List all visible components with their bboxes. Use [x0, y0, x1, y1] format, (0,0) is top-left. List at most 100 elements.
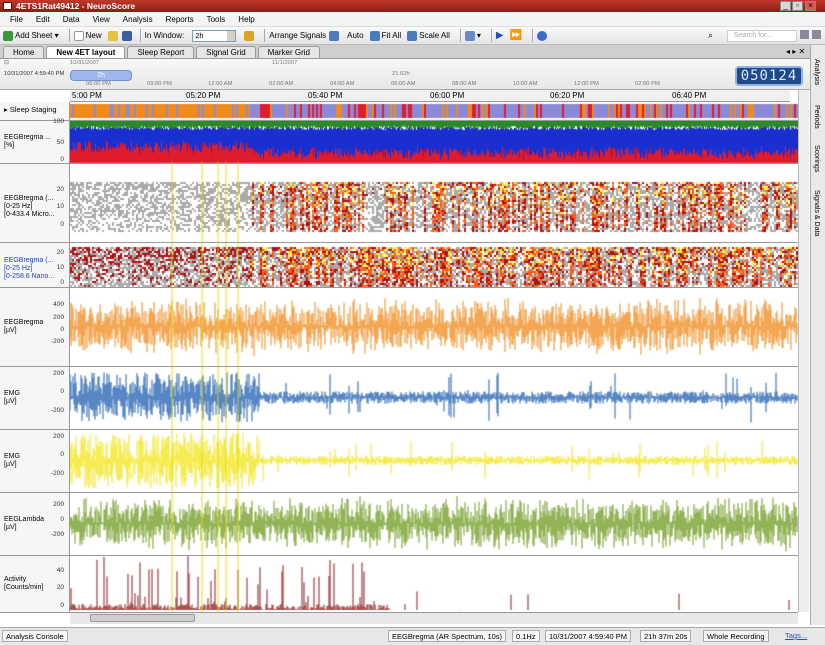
scale-all-button[interactable]: Scale All: [407, 30, 450, 41]
tab-scroll-arrows[interactable]: ◂ ▸ ✕: [786, 47, 805, 56]
fast-forward-icon[interactable]: ⏩: [510, 30, 522, 41]
channel-label: [µV]: [4, 523, 17, 531]
tab-marker-grid[interactable]: Marker Grid: [257, 46, 320, 58]
search-input[interactable]: Search for...: [727, 30, 797, 42]
y-tick-label: 10: [56, 203, 64, 210]
y-tick-label: 200: [53, 370, 64, 377]
channel-separator: [0, 429, 798, 430]
auto-button[interactable]: Auto: [347, 31, 363, 40]
lock-icon[interactable]: [244, 30, 255, 41]
app-icon: [3, 2, 12, 10]
menu-data[interactable]: Data: [63, 15, 80, 24]
signal-plot-area[interactable]: [70, 102, 798, 612]
channel-separator: [0, 366, 798, 367]
time-axis-label: 05:20 PM: [186, 91, 221, 100]
scale-all-label: Scale All: [419, 31, 450, 40]
menu-tools[interactable]: Tools: [207, 15, 226, 24]
y-tick-label: 20: [56, 186, 64, 193]
channel-separator: [0, 242, 798, 243]
analysis-console-button[interactable]: Analysis Console: [2, 630, 68, 642]
side-tab-scorings[interactable]: Scorings: [813, 145, 820, 172]
arrange-signals-button[interactable]: Arrange Signals: [269, 30, 341, 41]
y-tick-label: -200: [50, 407, 64, 414]
sleep-staging-label[interactable]: ▸ Sleep Staging: [4, 106, 57, 114]
time-axis-label: 06:20 PM: [550, 91, 585, 100]
tab-sleep-report[interactable]: Sleep Report: [127, 46, 195, 58]
channel-separator: [0, 492, 798, 493]
y-tick-label: 0: [60, 326, 64, 333]
status-frequency: 0.1Hz: [512, 630, 540, 642]
minimize-button[interactable]: _: [780, 1, 791, 11]
settings-icon[interactable]: [812, 30, 821, 39]
overview-start: 10/31/2007 4:59:40 PM: [4, 71, 65, 77]
overview-tick: 02:00 AM: [269, 81, 294, 87]
tags-link[interactable]: Tags...: [782, 630, 810, 642]
overview-tick: 06:00 PM: [86, 81, 111, 87]
y-tick-label: 0: [60, 516, 64, 523]
channel-label: EMG: [4, 452, 20, 460]
arrange-icon: [329, 30, 340, 41]
close-button[interactable]: ×: [805, 1, 816, 11]
y-tick-label: 100: [53, 118, 64, 125]
help-icon[interactable]: [537, 30, 548, 41]
status-signal[interactable]: EEGBregma (AR Spectrum, 10s): [388, 630, 507, 642]
vertical-scrollbar[interactable]: [798, 90, 809, 612]
y-tick-label: 0: [60, 451, 64, 458]
user-icon[interactable]: [800, 30, 809, 39]
fit-all-label: Fit All: [381, 31, 402, 40]
overview-tick: 10:00 AM: [513, 81, 538, 87]
menu-analysis[interactable]: Analysis: [123, 15, 153, 24]
add-sheet-button[interactable]: Add Sheet ▾: [3, 30, 59, 41]
overview-collapse-icon[interactable]: ⊟: [4, 60, 9, 66]
channel-label: [0-25 Hz]: [4, 264, 33, 272]
fit-all-button[interactable]: Fit All: [369, 30, 402, 41]
side-tab-signals-data[interactable]: Signals & Data: [813, 190, 820, 236]
channel-label: [0-433.4 Micro...: [4, 210, 55, 218]
overview-tick: 09:00 PM: [147, 81, 172, 87]
menu-help[interactable]: Help: [238, 15, 254, 24]
side-tab-periods[interactable]: Periods: [813, 105, 820, 129]
recording-range-select[interactable]: Whole Recording: [703, 630, 769, 642]
overview-window-handle[interactable]: 2h: [70, 70, 132, 81]
menu-view[interactable]: View: [93, 15, 110, 24]
new-button[interactable]: New: [73, 30, 102, 41]
channel-label: [%]: [4, 141, 15, 149]
open-icon[interactable]: [107, 30, 118, 41]
channel-separator: [0, 120, 798, 121]
menu-file[interactable]: File: [10, 15, 23, 24]
window-select[interactable]: 2h: [192, 29, 237, 42]
sheet-tab-bar: Home New 4ET layout Sleep Report Signal …: [0, 45, 810, 59]
window-title: 4ETS1Rat49412 - NeuroScore: [16, 1, 136, 11]
y-tick-label: -200: [50, 531, 64, 538]
y-tick-label: 0: [60, 156, 64, 163]
play-icon[interactable]: ▶: [496, 30, 504, 41]
channel-label: [µV]: [4, 397, 17, 405]
y-tick-label: 0: [60, 602, 64, 609]
y-tick-label: 0: [60, 221, 64, 228]
overview-tick: 12:00 PM: [574, 81, 599, 87]
side-tab-analysis[interactable]: Analysis: [813, 59, 820, 85]
in-window-label: In Window:: [144, 31, 185, 40]
time-clock-display: 050124: [735, 66, 803, 86]
channel-label: EMG: [4, 389, 20, 397]
maximize-button[interactable]: ▫: [792, 1, 803, 11]
channel-separator: [0, 287, 798, 288]
menu-edit[interactable]: Edit: [36, 15, 50, 24]
horizontal-scroll-thumb[interactable]: [90, 614, 195, 622]
time-axis-label: 05:40 PM: [308, 91, 343, 100]
tab-new-4et-layout[interactable]: New 4ET layout: [46, 46, 126, 58]
save-icon[interactable]: [121, 30, 132, 41]
overview-tick: 08:00 AM: [452, 81, 477, 87]
toolbar: Add Sheet ▾ New In Window: 2h Arrange Si…: [0, 27, 825, 45]
search-icon: ⌕: [708, 30, 714, 40]
status-datetime: 10/31/2007 4:59:40 PM: [545, 630, 631, 642]
overview-tick: 12:00 AM: [208, 81, 233, 87]
overview-date2: 11/1/2007: [272, 60, 298, 66]
y-tick-label: 20: [56, 584, 64, 591]
menu-reports[interactable]: Reports: [166, 15, 194, 24]
overview-span: 21.62h: [392, 71, 410, 77]
marker-tool-button[interactable]: ▾: [464, 30, 481, 41]
tab-signal-grid[interactable]: Signal Grid: [196, 46, 256, 58]
y-tick-label: -200: [50, 338, 64, 345]
tab-home[interactable]: Home: [3, 46, 45, 58]
